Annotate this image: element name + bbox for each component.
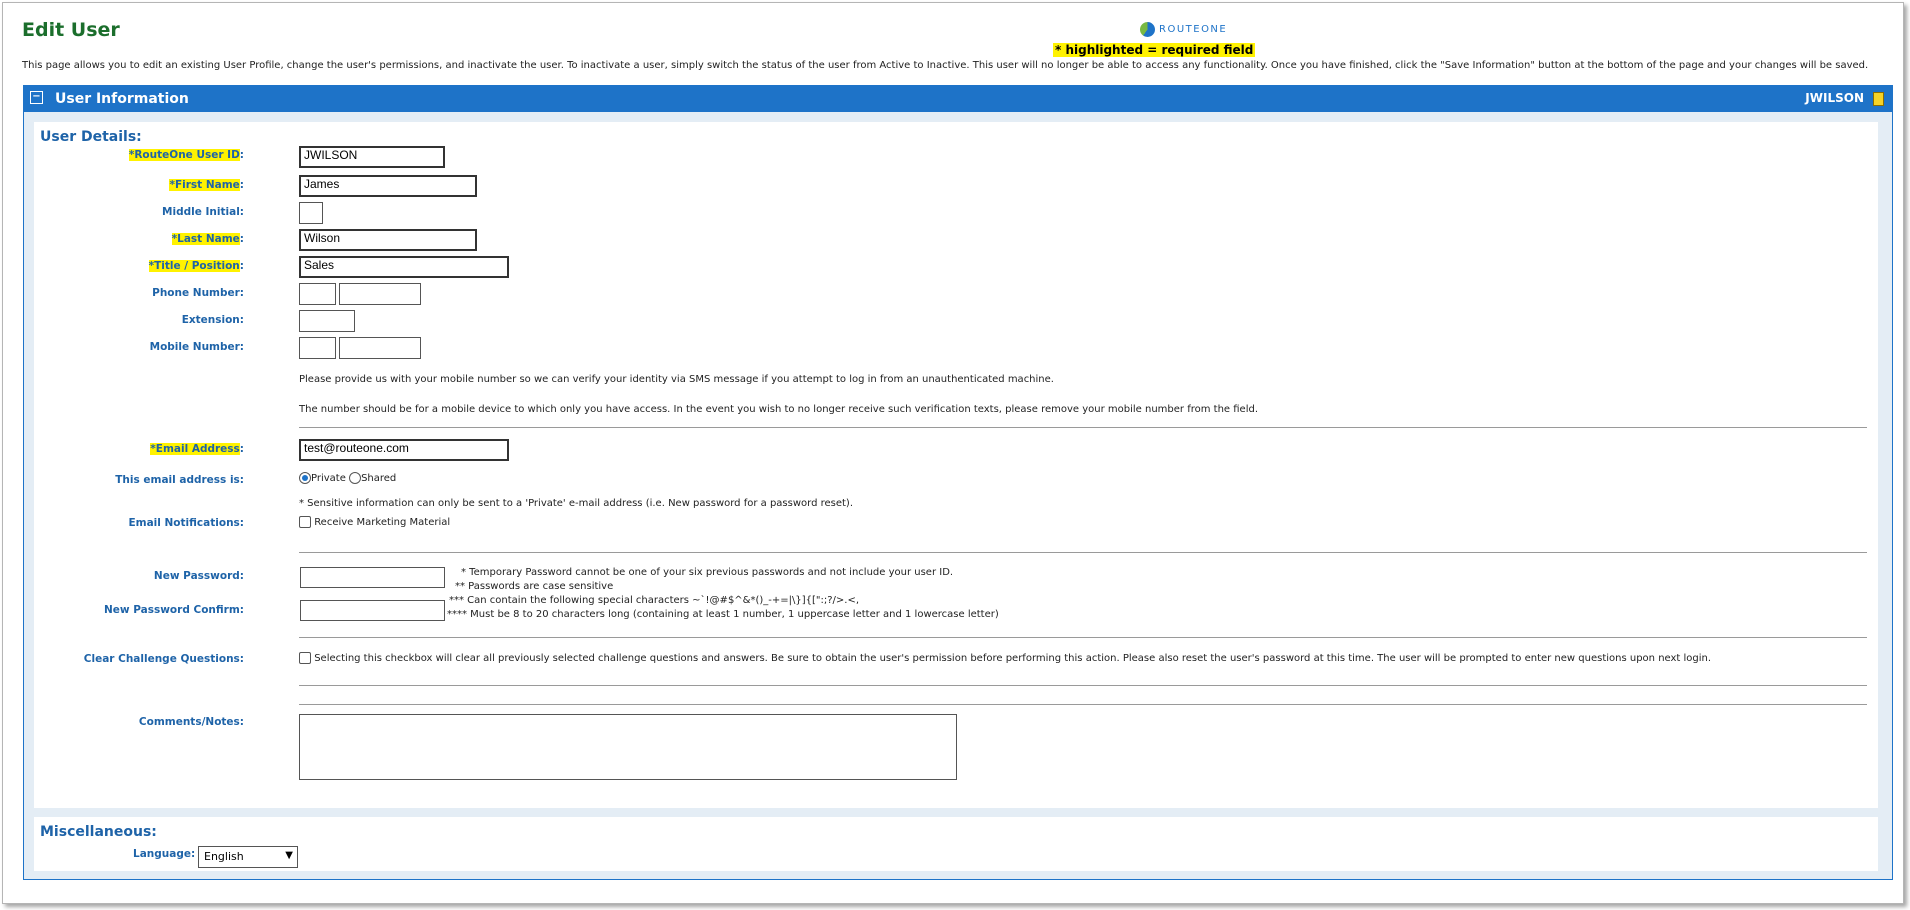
- userid-label: *RouteOne User ID:: [128, 149, 244, 161]
- lastname-input[interactable]: Wilson: [299, 229, 477, 251]
- mobile-number-input[interactable]: [339, 337, 421, 359]
- chevron-down-icon: ▼: [285, 850, 293, 861]
- comments-textarea[interactable]: [299, 714, 957, 780]
- required-field-legend: * highlighted = required field: [1053, 43, 1256, 57]
- miscellaneous-section: Miscellaneous: Language: English ▼: [34, 817, 1878, 871]
- title-position-label-text: *Title / Position: [148, 260, 240, 272]
- email-label: *Email Address:: [150, 443, 244, 455]
- miscellaneous-title: Miscellaneous:: [40, 824, 157, 840]
- email-type-label: This email address is:: [115, 474, 244, 486]
- firstname-input[interactable]: James: [299, 175, 477, 197]
- email-input[interactable]: test@routeone.com: [299, 439, 509, 461]
- page-intro-text: This page allows you to edit an existing…: [22, 60, 1869, 71]
- new-password-confirm-input[interactable]: [300, 600, 445, 621]
- phone-number-input[interactable]: [339, 283, 421, 305]
- marketing-checkbox-label: Receive Marketing Material: [314, 517, 451, 528]
- clear-challenge-note: Selecting this checkbox will clear all p…: [314, 653, 1712, 664]
- clear-challenge-label: Clear Challenge Questions:: [83, 653, 244, 665]
- mobile-note-2: The number should be for a mobile device…: [299, 404, 1259, 415]
- userid-label-text: *RouteOne User ID: [128, 149, 240, 161]
- language-selected: English: [204, 850, 244, 863]
- panel-header: − User Information JWILSON: [24, 86, 1892, 112]
- divider: [299, 637, 1867, 638]
- language-select[interactable]: English ▼: [198, 846, 298, 868]
- document-icon[interactable]: [1873, 92, 1884, 106]
- new-password-input[interactable]: [300, 567, 445, 588]
- divider: [299, 685, 1867, 686]
- mobile-area-code-input[interactable]: [299, 337, 336, 359]
- mobile-note-1: Please provide us with your mobile numbe…: [299, 374, 1054, 385]
- extension-label: Extension:: [181, 314, 244, 326]
- email-label-text: *Email Address: [150, 443, 240, 455]
- page-frame: Edit User ROUTEONE * highlighted = requi…: [2, 2, 1904, 904]
- middle-initial-input[interactable]: [299, 202, 323, 224]
- logo-text: ROUTEONE: [1159, 24, 1228, 35]
- phone-label: Phone Number:: [152, 287, 244, 299]
- marketing-option: Receive Marketing Material: [299, 516, 450, 528]
- password-rule-4: **** Must be 8 to 20 characters long (co…: [447, 609, 999, 620]
- shared-radio-label: Shared: [361, 473, 397, 484]
- password-rule-2: ** Passwords are case sensitive: [455, 581, 614, 592]
- middle-initial-label: Middle Initial:: [162, 206, 244, 218]
- divider: [299, 427, 1867, 428]
- userid-input[interactable]: JWILSON: [299, 146, 445, 168]
- user-details-title: User Details:: [40, 129, 142, 145]
- firstname-label-text: *First Name: [169, 179, 240, 191]
- password-rule-3: *** Can contain the following special ch…: [449, 595, 860, 606]
- collapse-minus-icon[interactable]: −: [30, 91, 43, 104]
- routeone-logo: ROUTEONE: [1140, 22, 1227, 37]
- new-password-confirm-label: New Password Confirm:: [103, 604, 244, 616]
- email-notifications-label: Email Notifications:: [128, 517, 244, 529]
- comments-label: Comments/Notes:: [138, 716, 244, 728]
- panel-title: User Information: [55, 91, 189, 107]
- shared-radio[interactable]: [349, 472, 362, 484]
- lastname-label: *Last Name:: [171, 233, 244, 245]
- new-password-label: New Password:: [153, 570, 244, 582]
- language-label: Language:: [133, 848, 196, 860]
- extension-input[interactable]: [299, 310, 355, 332]
- phone-area-code-input[interactable]: [299, 283, 336, 305]
- title-position-input[interactable]: Sales: [299, 256, 509, 278]
- email-sensitive-note: * Sensitive information can only be sent…: [299, 498, 854, 509]
- clear-challenge-option: Selecting this checkbox will clear all p…: [299, 652, 1711, 664]
- title-position-label: *Title / Position:: [148, 260, 244, 272]
- user-details-section: User Details: *RouteOne User ID: JWILSON…: [34, 122, 1878, 808]
- marketing-checkbox[interactable]: [299, 516, 311, 528]
- clear-challenge-checkbox[interactable]: [299, 652, 311, 664]
- current-user-id: JWILSON: [1805, 91, 1864, 105]
- email-type-options: Private Shared: [299, 472, 396, 484]
- divider: [299, 704, 1867, 705]
- routeone-logo-icon: [1140, 22, 1155, 37]
- mobile-label: Mobile Number:: [149, 341, 244, 353]
- page-title: Edit User: [22, 19, 120, 41]
- private-radio[interactable]: [299, 472, 311, 484]
- private-radio-label: Private: [311, 473, 346, 484]
- firstname-label: *First Name:: [169, 179, 244, 191]
- lastname-label-text: *Last Name: [171, 233, 240, 245]
- password-rule-1: * Temporary Password cannot be one of yo…: [461, 567, 954, 578]
- divider: [299, 552, 1867, 553]
- user-information-panel: − User Information JWILSON User Details:…: [23, 85, 1893, 880]
